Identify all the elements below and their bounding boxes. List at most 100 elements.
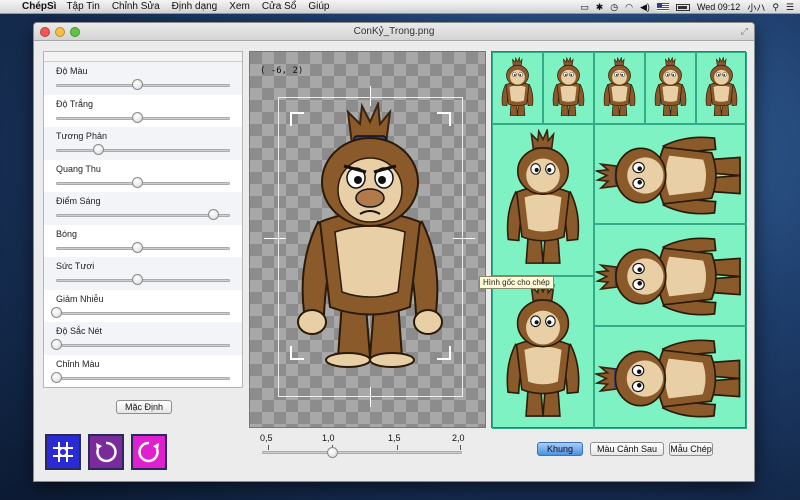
screen-icon[interactable]: ▭ bbox=[580, 2, 589, 13]
adjustment-slider-thumb[interactable] bbox=[51, 306, 62, 318]
minimize-window-button[interactable] bbox=[55, 27, 65, 37]
adjustment-row: Giảm Nhiễu bbox=[44, 290, 242, 323]
adjustment-slider[interactable] bbox=[56, 181, 230, 185]
zoom-tick-label: 1,5 bbox=[388, 433, 401, 443]
adjustment-slider-thumb[interactable] bbox=[51, 371, 62, 383]
default-button[interactable]: Mặc Định bbox=[116, 400, 172, 414]
grid-cell-thumbnail[interactable] bbox=[492, 124, 594, 276]
fullscreen-icon[interactable]: ⤢ bbox=[741, 26, 748, 37]
adjustment-slider-thumb[interactable] bbox=[93, 144, 105, 155]
monkey-thumbnail bbox=[592, 125, 748, 225]
menu-format[interactable]: Định dạng bbox=[172, 1, 218, 12]
adjustment-label: Tương Phản bbox=[56, 131, 107, 141]
adjustment-row: Độ Sắc Nét bbox=[44, 322, 242, 355]
volume-icon[interactable]: ◀) bbox=[640, 2, 650, 13]
monkey-thumbnail bbox=[592, 327, 748, 430]
rotate-button[interactable] bbox=[88, 434, 124, 470]
monkey-thumbnail bbox=[701, 56, 742, 119]
user-name[interactable]: 小ハ bbox=[747, 1, 765, 14]
adjustment-slider-thumb[interactable] bbox=[132, 274, 143, 285]
close-window-button[interactable] bbox=[40, 27, 50, 37]
adjustment-slider[interactable] bbox=[56, 246, 230, 250]
menu-help[interactable]: Giúp bbox=[308, 1, 329, 12]
adjustment-slider-thumb[interactable] bbox=[51, 339, 62, 350]
monkey-thumbnail bbox=[650, 56, 691, 119]
clock[interactable]: Wed 09:12 bbox=[697, 2, 740, 12]
grid-cell-thumbnail[interactable] bbox=[645, 52, 696, 124]
adjustment-label: Độ Màu bbox=[56, 66, 88, 76]
adjustment-slider-thumb[interactable] bbox=[208, 209, 220, 220]
adjustment-slider[interactable] bbox=[56, 376, 230, 380]
menu-view[interactable]: Xem bbox=[229, 1, 250, 12]
adjustment-label: Sức Tươi bbox=[56, 261, 95, 271]
adjustment-slider[interactable] bbox=[56, 214, 230, 217]
grid-cell-thumbnail[interactable] bbox=[594, 52, 645, 124]
adjustment-slider[interactable] bbox=[56, 279, 230, 282]
background-color-button[interactable]: Màu Cảnh Sau bbox=[590, 442, 664, 456]
adjustment-slider[interactable] bbox=[56, 84, 230, 87]
monkey-thumbnail bbox=[497, 56, 538, 119]
adjustment-row: Sức Tươi bbox=[44, 257, 242, 290]
title-bar[interactable]: ConKỷ_Trong.png ⤢ bbox=[34, 23, 754, 41]
grid-cell-thumbnail[interactable] bbox=[592, 124, 748, 225]
menu-window[interactable]: Cửa Sổ bbox=[262, 1, 297, 12]
adjustment-row: Chỉnh Màu bbox=[44, 355, 242, 388]
notification-center-icon[interactable]: ☰ bbox=[786, 2, 794, 13]
adjustment-row: Điểm Sáng bbox=[44, 192, 242, 225]
zoom-slider-thumb[interactable] bbox=[327, 447, 338, 458]
adjustment-slider[interactable] bbox=[56, 116, 230, 120]
image-canvas[interactable]: ( -6, 2) bbox=[249, 51, 486, 428]
grid-cell-thumbnail[interactable] bbox=[543, 52, 594, 124]
grid-crop-button[interactable] bbox=[45, 434, 81, 470]
wifi-icon[interactable]: ◠ bbox=[625, 2, 633, 13]
grid-cell-thumbnail[interactable] bbox=[492, 52, 543, 124]
grid-crop-icon bbox=[53, 442, 73, 462]
rotate-reset-button[interactable] bbox=[131, 434, 167, 470]
adjustment-slider-thumb[interactable] bbox=[132, 241, 143, 253]
adjustment-slider-thumb[interactable] bbox=[132, 111, 143, 123]
adjustment-row: Độ Màu bbox=[44, 62, 242, 95]
monkey-thumbnail bbox=[497, 127, 589, 271]
zoom-slider[interactable] bbox=[262, 451, 462, 454]
adjustment-label: Chỉnh Màu bbox=[56, 358, 100, 369]
monkey-thumbnail bbox=[548, 56, 589, 119]
crop-handle-bottom[interactable] bbox=[370, 387, 371, 407]
rotate-icon bbox=[96, 441, 117, 463]
adjustment-slider-thumb[interactable] bbox=[132, 176, 143, 188]
monkey-thumbnail bbox=[497, 278, 589, 424]
copy-pattern-button[interactable]: Mẫu Chép bbox=[669, 442, 713, 456]
status-area: ▭ ✱ ◷ ◠ ◀) Wed 09:12 小ハ ⚲ ☰ bbox=[580, 0, 794, 14]
grid-cell-thumbnail[interactable] bbox=[592, 224, 748, 327]
spotlight-icon[interactable]: ⚲ bbox=[772, 2, 779, 13]
zoom-tick-label: 2,0 bbox=[452, 433, 465, 443]
adjustments-panel: Độ Màu Độ Trắng Tương Phản Quang Thu Điểm Sá… bbox=[43, 51, 243, 388]
menu-app-name[interactable]: ChépSì bbox=[22, 1, 56, 12]
menu-edit[interactable]: Chỉnh Sửa bbox=[112, 1, 160, 12]
zoom-window-button[interactable] bbox=[70, 27, 80, 37]
grid-cell-thumbnail[interactable] bbox=[592, 326, 748, 430]
menu-file[interactable]: Tập Tin bbox=[66, 1, 99, 12]
adjustment-slider[interactable] bbox=[56, 311, 230, 315]
adjustment-slider[interactable] bbox=[56, 344, 230, 347]
frame-button[interactable]: Khung bbox=[537, 442, 583, 456]
battery-icon[interactable] bbox=[675, 3, 690, 11]
grid-cell-thumbnail[interactable] bbox=[696, 52, 747, 124]
grid-cell-thumbnail[interactable] bbox=[492, 276, 594, 429]
crop-handle-left[interactable] bbox=[264, 238, 286, 239]
cursor-coordinate: ( -6, 2) bbox=[260, 66, 304, 76]
input-source-flag-icon[interactable] bbox=[656, 3, 669, 11]
adjustment-slider-thumb[interactable] bbox=[132, 79, 143, 90]
rotate-reset-icon bbox=[138, 441, 159, 463]
adjustment-row: Quang Thu bbox=[44, 160, 242, 193]
adjustment-slider[interactable] bbox=[56, 149, 230, 152]
main-window: ConKỷ_Trong.png ⤢ Độ Màu Độ Trắng Tương Ph… bbox=[33, 22, 755, 482]
monkey-thumbnail bbox=[592, 225, 748, 327]
crop-handle-right[interactable] bbox=[453, 238, 475, 239]
time-machine-icon[interactable]: ◷ bbox=[610, 2, 618, 13]
window-title: ConKỷ_Trong.png bbox=[353, 26, 435, 37]
adjustment-label: Điểm Sáng bbox=[56, 196, 101, 206]
bluetooth-icon[interactable]: ✱ bbox=[596, 2, 604, 13]
copy-grid-panel[interactable] bbox=[491, 51, 748, 430]
zoom-tick-label: 0,5 bbox=[260, 433, 273, 443]
tooltip: Hình gốc cho chép bbox=[479, 276, 554, 289]
